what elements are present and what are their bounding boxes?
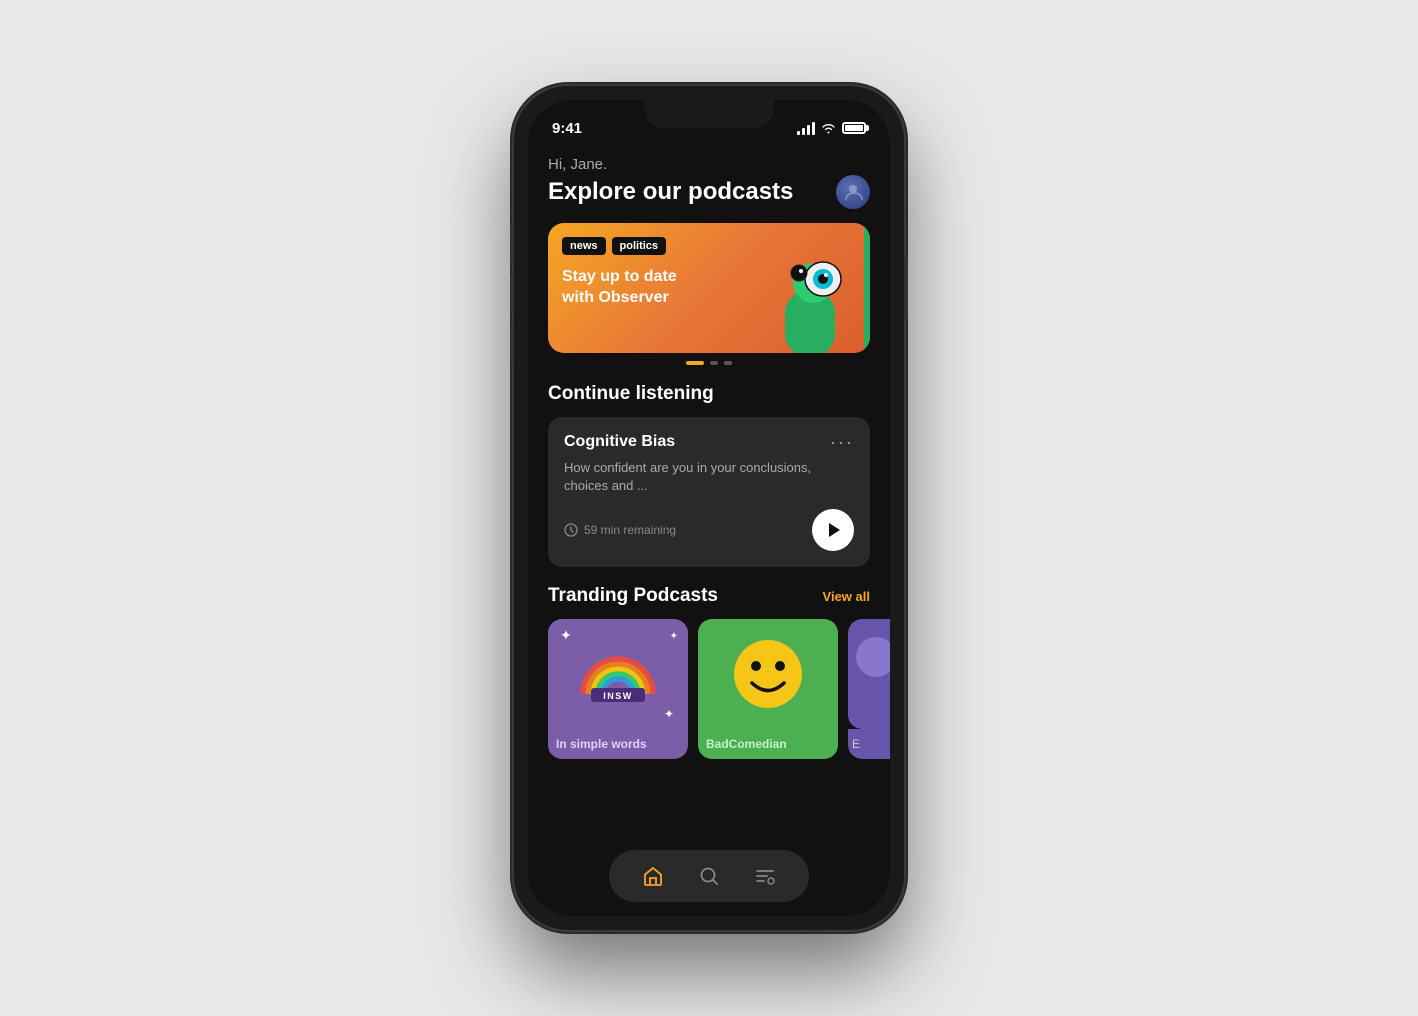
tag-politics: politics xyxy=(612,237,667,255)
status-icons xyxy=(797,122,866,135)
status-time: 9:41 xyxy=(552,120,582,137)
explore-title: Explore our podcasts xyxy=(548,175,870,209)
screen-content: Hi, Jane. Explore our podcasts xyxy=(528,144,890,916)
view-all-button[interactable]: View all xyxy=(823,589,870,604)
phone-frame: 9:41 xyxy=(514,86,904,930)
bottom-nav xyxy=(528,846,890,916)
insw-thumbnail: ✦ ✦ ✦ xyxy=(548,619,688,729)
third-card-thumbnail xyxy=(848,619,890,729)
explore-title-text: Explore our podcasts xyxy=(548,178,793,206)
sparkle-tr: ✦ xyxy=(670,631,678,642)
avatar-button[interactable] xyxy=(836,175,870,209)
featured-card[interactable]: news politics Stay up to date with Obser… xyxy=(548,223,870,353)
search-icon xyxy=(698,865,720,887)
continue-listening-title: Continue listening xyxy=(548,383,870,405)
carousel-dots xyxy=(548,361,870,365)
scroll-area: Hi, Jane. Explore our podcasts xyxy=(528,144,890,846)
nav-search-button[interactable] xyxy=(691,858,727,894)
third-card-label: E xyxy=(852,737,860,751)
tagline-line1: Stay up to date xyxy=(562,268,677,285)
badcomedian-thumbnail xyxy=(698,619,838,729)
podcast-card-badcomedian[interactable]: BadComedian xyxy=(698,619,838,759)
tag-news: news xyxy=(562,237,606,255)
featured-content: news politics Stay up to date with Obser… xyxy=(548,223,870,353)
podcast-title: Cognitive Bias xyxy=(564,433,675,451)
sparkle-tl: ✦ xyxy=(560,627,572,644)
avatar xyxy=(836,175,870,209)
featured-text-area: news politics Stay up to date with Obser… xyxy=(548,223,750,353)
third-card-graphic xyxy=(856,637,891,677)
phone-screen: 9:41 xyxy=(528,100,890,916)
featured-tagline: Stay up to date with Observer xyxy=(562,267,736,309)
character-illustration xyxy=(755,223,865,353)
clock-icon xyxy=(564,523,578,537)
wifi-icon xyxy=(821,122,836,134)
nav-pill xyxy=(609,850,809,902)
tag-row: news politics xyxy=(562,237,736,255)
play-button[interactable] xyxy=(812,509,854,551)
listening-card[interactable]: Cognitive Bias ··· How confident are you… xyxy=(548,417,870,567)
nav-playlist-button[interactable] xyxy=(747,858,783,894)
badcomedian-label: BadComedian xyxy=(706,737,787,751)
podcast-card-insw[interactable]: ✦ ✦ ✦ xyxy=(548,619,688,759)
notch xyxy=(644,100,774,128)
dot-2 xyxy=(710,361,718,365)
greeting-text: Hi, Jane. xyxy=(548,156,870,173)
nav-home-button[interactable] xyxy=(635,858,671,894)
accent-bar xyxy=(864,223,870,353)
podcast-card-third[interactable]: E xyxy=(848,619,890,759)
dot-1 xyxy=(686,361,704,365)
playlist-icon xyxy=(754,865,776,887)
sparkle-br: ✦ xyxy=(664,707,674,721)
battery-icon xyxy=(842,122,866,134)
svg-text:INSW: INSW xyxy=(603,691,633,701)
listening-card-header: Cognitive Bias ··· xyxy=(564,433,854,451)
time-remaining: 59 min remaining xyxy=(564,523,676,537)
phone-mockup: 9:41 xyxy=(514,86,904,930)
podcast-description: How confident are you in your conclusion… xyxy=(564,459,854,495)
signal-icon xyxy=(797,122,815,135)
insw-content: ✦ ✦ ✦ xyxy=(548,619,688,729)
trending-title: Tranding Podcasts xyxy=(548,585,718,607)
time-remaining-text: 59 min remaining xyxy=(584,523,676,537)
rainbow-illustration: INSW xyxy=(573,644,663,704)
avatar-icon xyxy=(842,181,864,203)
home-icon xyxy=(642,865,664,887)
play-icon xyxy=(829,523,840,537)
listening-footer: 59 min remaining xyxy=(564,509,854,551)
trending-header: Tranding Podcasts View all xyxy=(548,585,870,607)
podcast-grid: ✦ ✦ ✦ xyxy=(548,619,870,759)
dot-3 xyxy=(724,361,732,365)
tagline-line2: with Observer xyxy=(562,289,669,306)
smiley-illustration xyxy=(732,638,804,710)
more-options-button[interactable]: ··· xyxy=(830,433,854,451)
featured-illustration xyxy=(750,223,870,353)
insw-label: In simple words xyxy=(556,737,647,751)
